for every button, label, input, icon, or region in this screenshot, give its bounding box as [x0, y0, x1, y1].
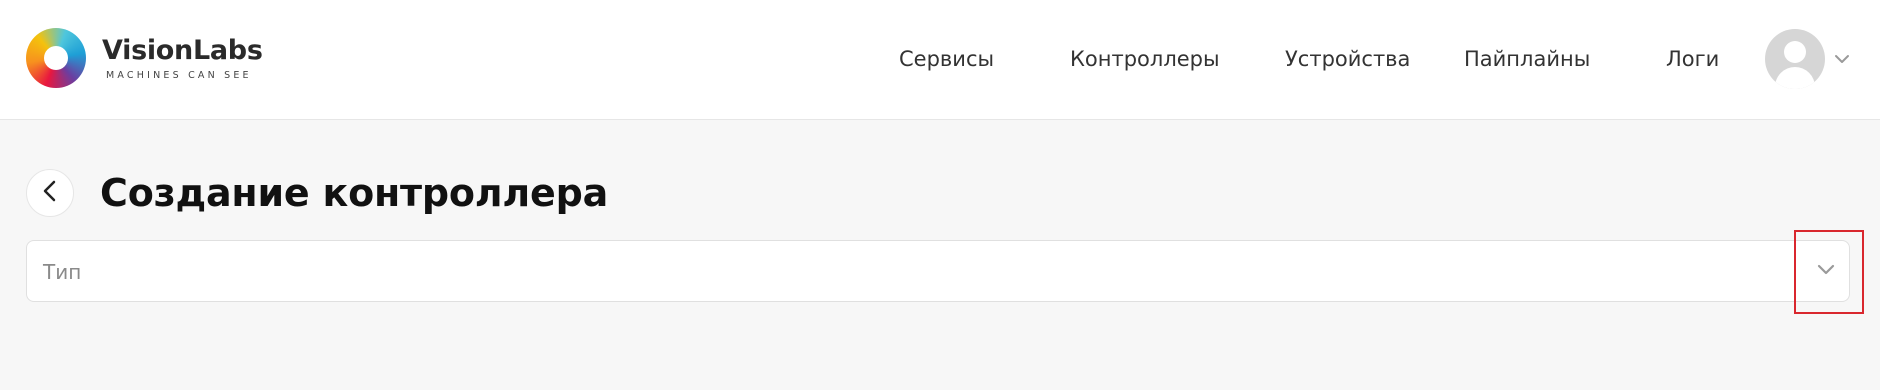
nav-item-controllers[interactable]: Контроллеры — [1070, 47, 1220, 71]
type-select[interactable]: Тип — [26, 240, 1850, 302]
brand-tagline: MACHINES CAN SEE — [106, 69, 252, 81]
brand-name: VisionLabs — [102, 34, 263, 66]
user-avatar-icon[interactable] — [1765, 29, 1825, 89]
top-header: VisionLabs MACHINES CAN SEE Сервисы Конт… — [0, 0, 1880, 120]
chevron-left-icon — [40, 179, 60, 207]
nav-item-devices[interactable]: Устройства — [1285, 47, 1410, 71]
back-button[interactable] — [26, 169, 74, 217]
nav-item-logs[interactable]: Логи — [1666, 47, 1719, 71]
brand-text: VisionLabs MACHINES CAN SEE — [102, 34, 263, 81]
nav-item-services[interactable]: Сервисы — [899, 47, 994, 71]
chevron-down-icon[interactable] — [1833, 50, 1851, 69]
chevron-down-icon[interactable] — [1815, 262, 1837, 282]
type-select-label: Тип — [43, 260, 82, 284]
user-menu[interactable] — [1765, 29, 1851, 89]
page-title: Создание контроллера — [100, 171, 609, 215]
brand-logo[interactable]: VisionLabs MACHINES CAN SEE — [26, 28, 263, 88]
vision-ring-logo-icon — [26, 28, 86, 88]
nav-item-pipelines[interactable]: Пайплайны — [1464, 47, 1590, 71]
